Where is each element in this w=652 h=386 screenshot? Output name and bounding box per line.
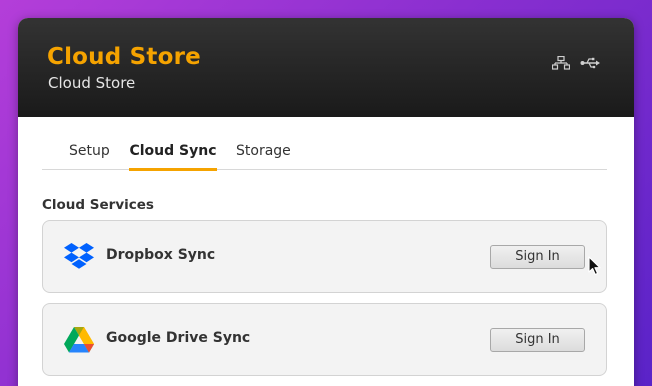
google-drive-icon: [64, 326, 94, 357]
service-name: Google Drive Sync: [106, 330, 251, 346]
app-window: Cloud Store Cloud Store Setup Cloud Sync…: [18, 18, 634, 386]
network-icon[interactable]: [552, 56, 570, 70]
app-title: Cloud Store: [47, 44, 201, 70]
mouse-cursor-icon: [588, 256, 602, 280]
service-card-google-drive: Google Drive Sync Sign In: [42, 303, 607, 376]
tab-cloud-sync[interactable]: Cloud Sync: [129, 140, 217, 171]
google-drive-sign-in-button[interactable]: Sign In: [490, 328, 585, 352]
service-card-dropbox: Dropbox Sync Sign In: [42, 220, 607, 293]
usb-icon[interactable]: [580, 57, 600, 69]
app-subtitle: Cloud Store: [48, 74, 136, 92]
dropbox-icon: [64, 243, 94, 274]
section-title: Cloud Services: [42, 197, 154, 213]
header-icons: [552, 56, 600, 70]
tab-bar: Setup Cloud Sync Storage: [42, 140, 607, 171]
service-name: Dropbox Sync: [106, 247, 216, 263]
app-header: Cloud Store Cloud Store: [18, 18, 634, 117]
tab-storage[interactable]: Storage: [224, 140, 301, 170]
dropbox-sign-in-button[interactable]: Sign In: [490, 245, 585, 269]
tab-setup[interactable]: Setup: [42, 140, 110, 170]
